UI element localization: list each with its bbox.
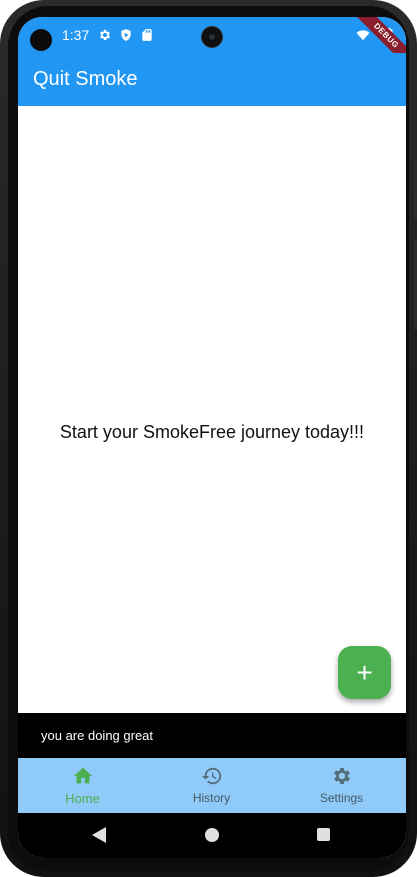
status-bar: 1:37 DEBUG — [18, 17, 406, 74]
app-title: Quit Smoke — [33, 68, 138, 90]
front-camera — [30, 29, 52, 51]
system-navigation-bar — [18, 813, 406, 858]
home-icon — [73, 767, 93, 784]
snackbar: you are doing great — [18, 713, 406, 758]
phone-frame: 1:37 DEBUG Quit Smoke Start your SmokeFr… — [0, 0, 417, 877]
status-time: 1:37 — [62, 27, 90, 43]
sd-card-icon — [142, 29, 152, 41]
snackbar-message: you are doing great — [41, 728, 154, 743]
shield-icon — [121, 29, 131, 41]
history-icon — [201, 767, 222, 785]
nav-item-home[interactable]: Home — [18, 758, 147, 813]
nav-label-settings: Settings — [319, 791, 364, 805]
screen: 1:37 DEBUG Quit Smoke Start your SmokeFr… — [18, 17, 406, 858]
recents-square-icon[interactable] — [317, 828, 330, 841]
settings-icon — [334, 767, 350, 785]
journey-message: Start your SmokeFree journey today!!! — [59, 422, 365, 442]
add-button[interactable]: + — [338, 646, 391, 699]
back-icon[interactable] — [92, 827, 106, 843]
home-circle-icon[interactable] — [205, 828, 219, 842]
nav-item-history[interactable]: History — [147, 758, 276, 813]
main-content: Start your SmokeFree journey today!!! — [18, 106, 406, 713]
punch-hole-camera — [201, 26, 223, 48]
nav-label-history: History — [192, 791, 231, 805]
app-bar: Quit Smoke — [18, 53, 406, 106]
nav-label-home: Home — [65, 791, 100, 806]
nav-item-settings[interactable]: Settings — [277, 758, 406, 813]
bottom-navigation: Home History Settings — [18, 758, 406, 813]
plus-icon: + — [356, 657, 373, 688]
gear-icon — [99, 29, 111, 41]
wifi-icon — [356, 30, 370, 41]
